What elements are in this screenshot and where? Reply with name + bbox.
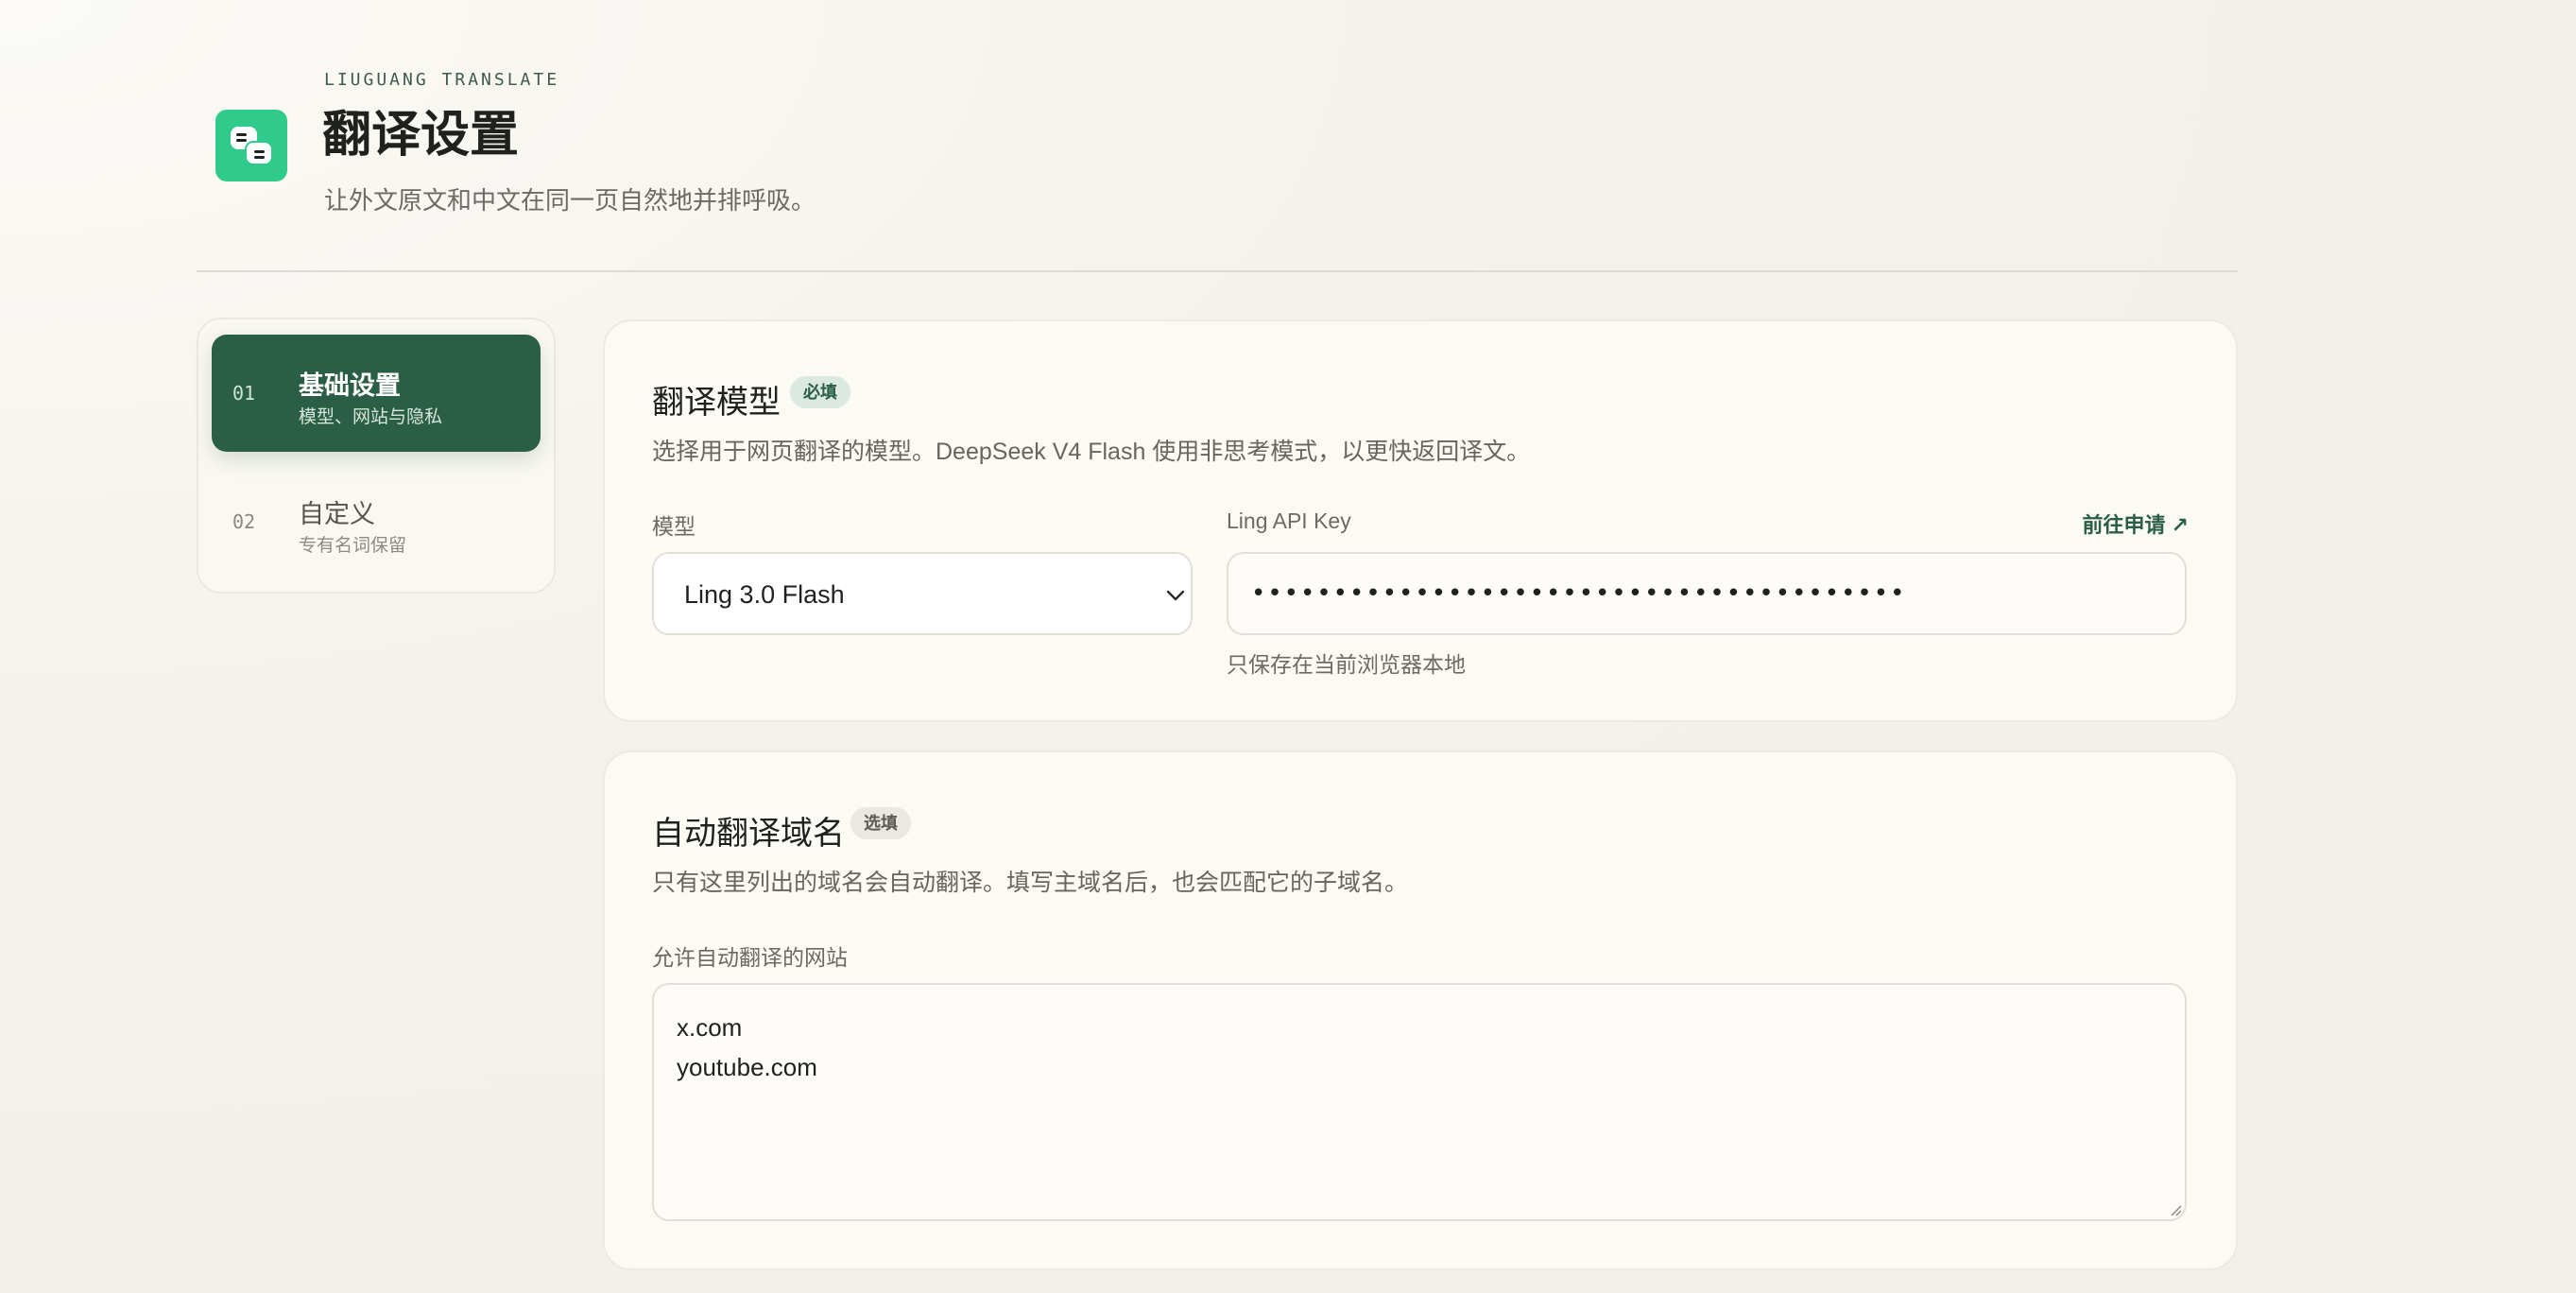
settings-sidebar: 01 基础设置 模型、网站与隐私 02 自定义 专有名词保留: [197, 318, 556, 594]
api-key-hint: 只保存在当前浏览器本地: [1227, 652, 1466, 677]
sidebar-item-number: 02: [232, 510, 256, 533]
required-badge: 必填: [790, 376, 850, 408]
sidebar-item-basic-settings[interactable]: 01 基础设置 模型、网站与隐私: [212, 335, 541, 452]
optional-badge: 选填: [850, 807, 911, 839]
apply-key-link[interactable]: 前往申请 ↗: [2082, 509, 2189, 539]
domain-line: youtube.com: [677, 1053, 817, 1081]
model-select[interactable]: Ling 3.0 Flash: [652, 552, 1193, 635]
auto-translate-domains-card: 自动翻译域名 选填 只有这里列出的域名会自动翻译。填写主域名后，也会匹配它的子域…: [603, 750, 2238, 1270]
sidebar-item-title: 自定义: [299, 500, 375, 528]
app-logo: [215, 110, 287, 181]
header-divider: [197, 270, 2238, 272]
domains-field-label: 允许自动翻译的网站: [652, 945, 848, 970]
resize-handle-icon[interactable]: [2168, 1202, 2183, 1217]
model-select-value: Ling 3.0 Flash: [684, 580, 845, 609]
card-description: 只有这里列出的域名会自动翻译。填写主域名后，也会匹配它的子域名。: [652, 870, 1409, 896]
api-key-label: Ling API Key: [1227, 509, 1351, 533]
sidebar-item-number: 01: [232, 382, 256, 405]
card-title: 翻译模型: [652, 384, 781, 422]
translation-model-card: 翻译模型 必填 选择用于网页翻译的模型。DeepSeek V4 Flash 使用…: [603, 319, 2238, 722]
sidebar-item-title: 基础设置: [299, 371, 401, 400]
brand-label: LIUGUANG TRANSLATE: [324, 70, 560, 90]
sidebar-item-subtitle: 模型、网站与隐私: [299, 407, 443, 427]
sidebar-item-custom[interactable]: 02 自定义 专有名词保留: [212, 463, 541, 580]
domains-textarea[interactable]: x.com youtube.com: [652, 983, 2187, 1221]
card-description: 选择用于网页翻译的模型。DeepSeek V4 Flash 使用非思考模式，以更…: [652, 439, 1531, 465]
card-title: 自动翻译域名: [652, 815, 845, 853]
domain-line: x.com: [677, 1013, 743, 1042]
api-key-input[interactable]: [1227, 552, 2187, 635]
model-label: 模型: [652, 514, 696, 539]
chat-bubbles-icon: [231, 127, 273, 165]
sidebar-item-subtitle: 专有名词保留: [299, 536, 407, 556]
page-title: 翻译设置: [322, 106, 520, 164]
page-subtitle: 让外文原文和中文在同一页自然地并排呼吸。: [324, 187, 816, 216]
chevron-down-icon: [1166, 590, 1185, 601]
